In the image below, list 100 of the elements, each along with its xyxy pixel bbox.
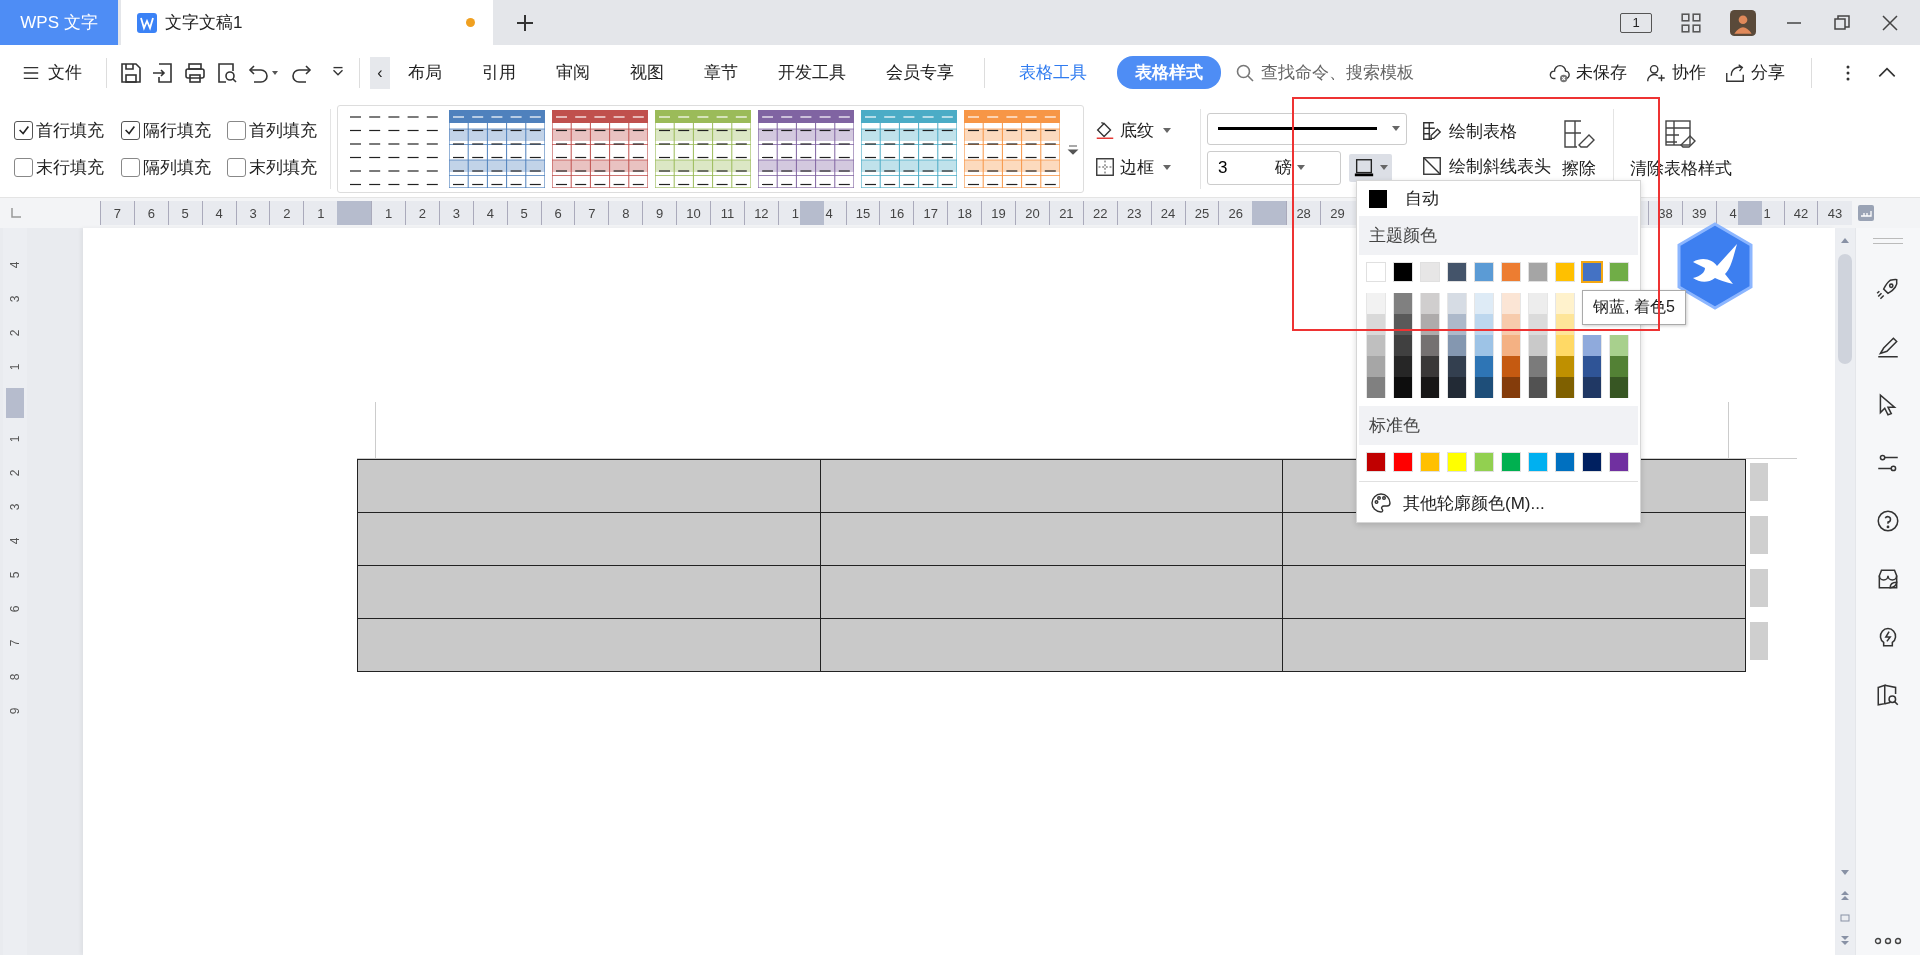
print-icon[interactable] [183,60,207,85]
color-swatch[interactable] [1393,293,1413,314]
color-swatch[interactable] [1366,262,1386,282]
document-tab[interactable]: 文字文稿1 [121,0,493,45]
checkbox[interactable] [120,157,140,177]
color-swatch[interactable] [1474,356,1494,377]
color-swatch[interactable] [1420,293,1440,314]
ribbon-tab[interactable]: 审阅 [538,56,608,89]
table-cell[interactable] [1283,619,1745,671]
checkbox[interactable] [14,157,33,177]
row-handle[interactable] [1750,463,1768,501]
fill-option[interactable]: 隔列填充 [120,155,218,179]
save-icon[interactable] [119,60,143,85]
color-swatch[interactable] [1474,377,1494,398]
color-swatch[interactable] [1582,377,1602,398]
table-cell[interactable] [1283,566,1745,618]
color-swatch[interactable] [1555,356,1575,377]
checkbox[interactable] [14,120,33,140]
ribbon-tab[interactable]: 引用 [464,56,534,89]
shading-button[interactable]: 底纹 [1094,118,1184,142]
checkbox[interactable] [227,157,247,177]
color-swatch[interactable] [1447,262,1467,282]
previous-page-icon[interactable] [1840,889,1850,901]
next-page-icon[interactable] [1840,935,1850,947]
save-status[interactable]: 未保存 [1549,61,1627,84]
color-swatch[interactable] [1393,314,1413,335]
color-swatch[interactable] [1366,452,1386,472]
table-style-preview[interactable] [861,109,957,188]
color-swatch[interactable] [1609,356,1629,377]
ribbon-tab[interactable]: 开发工具 [760,56,864,89]
color-swatch[interactable] [1528,262,1548,282]
color-swatch[interactable] [1366,314,1386,335]
color-swatch[interactable] [1555,377,1575,398]
color-swatch[interactable] [1366,356,1386,377]
color-swatch[interactable] [1474,262,1494,282]
share-button[interactable]: 分享 [1724,61,1785,84]
table-style-preview[interactable] [449,109,545,188]
color-swatch[interactable] [1555,452,1575,472]
table-cell[interactable] [358,460,821,512]
fill-option[interactable]: 首行填充 [14,118,111,142]
color-swatch[interactable] [1447,314,1467,335]
export-icon[interactable] [151,60,175,85]
color-swatch[interactable] [1528,335,1548,356]
table-style-preview[interactable] [655,109,751,188]
table-cell[interactable] [358,513,821,565]
color-swatch[interactable] [1528,293,1548,314]
line-style-select[interactable] [1207,112,1407,145]
scroll-thumb[interactable] [1838,254,1852,364]
color-swatch[interactable] [1501,356,1521,377]
color-swatch[interactable] [1393,335,1413,356]
color-swatch[interactable] [1501,452,1521,472]
color-swatch[interactable] [1420,314,1440,335]
more-icon[interactable] [1874,937,1902,945]
table-style-preview[interactable] [758,109,854,188]
color-swatch[interactable] [1420,356,1440,377]
table-cell[interactable] [820,566,1284,618]
color-swatch[interactable] [1447,377,1467,398]
color-swatch[interactable] [1528,452,1548,472]
color-swatch[interactable] [1501,314,1521,335]
row-handle[interactable] [1750,516,1768,554]
scroll-down-icon[interactable] [1840,869,1850,877]
tab-stop-icon[interactable] [10,207,22,219]
color-swatch[interactable] [1393,452,1413,472]
table-cell[interactable] [358,619,821,671]
checkbox[interactable] [227,120,247,140]
border-button[interactable]: 边框 [1094,155,1184,179]
bird-logo-icon[interactable] [1675,222,1755,310]
color-swatch[interactable] [1366,293,1386,314]
color-swatch[interactable] [1555,262,1575,282]
color-swatch[interactable] [1447,335,1467,356]
page-icon[interactable] [1840,913,1850,923]
more-colors-option[interactable]: 其他轮廓颜色(M)... [1359,484,1555,522]
color-swatch[interactable] [1609,452,1629,472]
fill-option[interactable]: 末列填充 [227,155,324,179]
table-style-preview[interactable] [552,109,648,188]
avatar[interactable] [1730,9,1756,36]
color-swatch[interactable] [1474,452,1494,472]
table-cell[interactable] [820,513,1284,565]
row-handle[interactable] [1750,622,1768,660]
fill-option[interactable]: 首列填充 [227,118,324,142]
file-menu[interactable]: 文件 [22,61,82,84]
color-swatch[interactable] [1474,335,1494,356]
table-cell[interactable] [820,619,1284,671]
border-color-button[interactable] [1349,153,1392,182]
color-swatch[interactable] [1609,335,1629,356]
pen-icon[interactable] [1875,334,1901,360]
color-swatch[interactable] [1501,377,1521,398]
color-swatch[interactable] [1582,335,1602,356]
collaborate-button[interactable]: 协作 [1645,61,1706,84]
color-swatch[interactable] [1609,262,1629,282]
ribbon-tab[interactable]: 视图 [612,56,682,89]
color-swatch[interactable] [1420,452,1440,472]
restore-icon[interactable] [1832,12,1852,33]
color-swatch[interactable] [1555,293,1575,314]
ribbon-tab[interactable]: 章节 [686,56,756,89]
row-handle[interactable] [1750,569,1768,607]
color-swatch[interactable] [1528,377,1548,398]
print-preview-icon[interactable] [215,60,239,85]
color-swatch[interactable] [1474,293,1494,314]
table-style-preview[interactable] [964,109,1060,188]
